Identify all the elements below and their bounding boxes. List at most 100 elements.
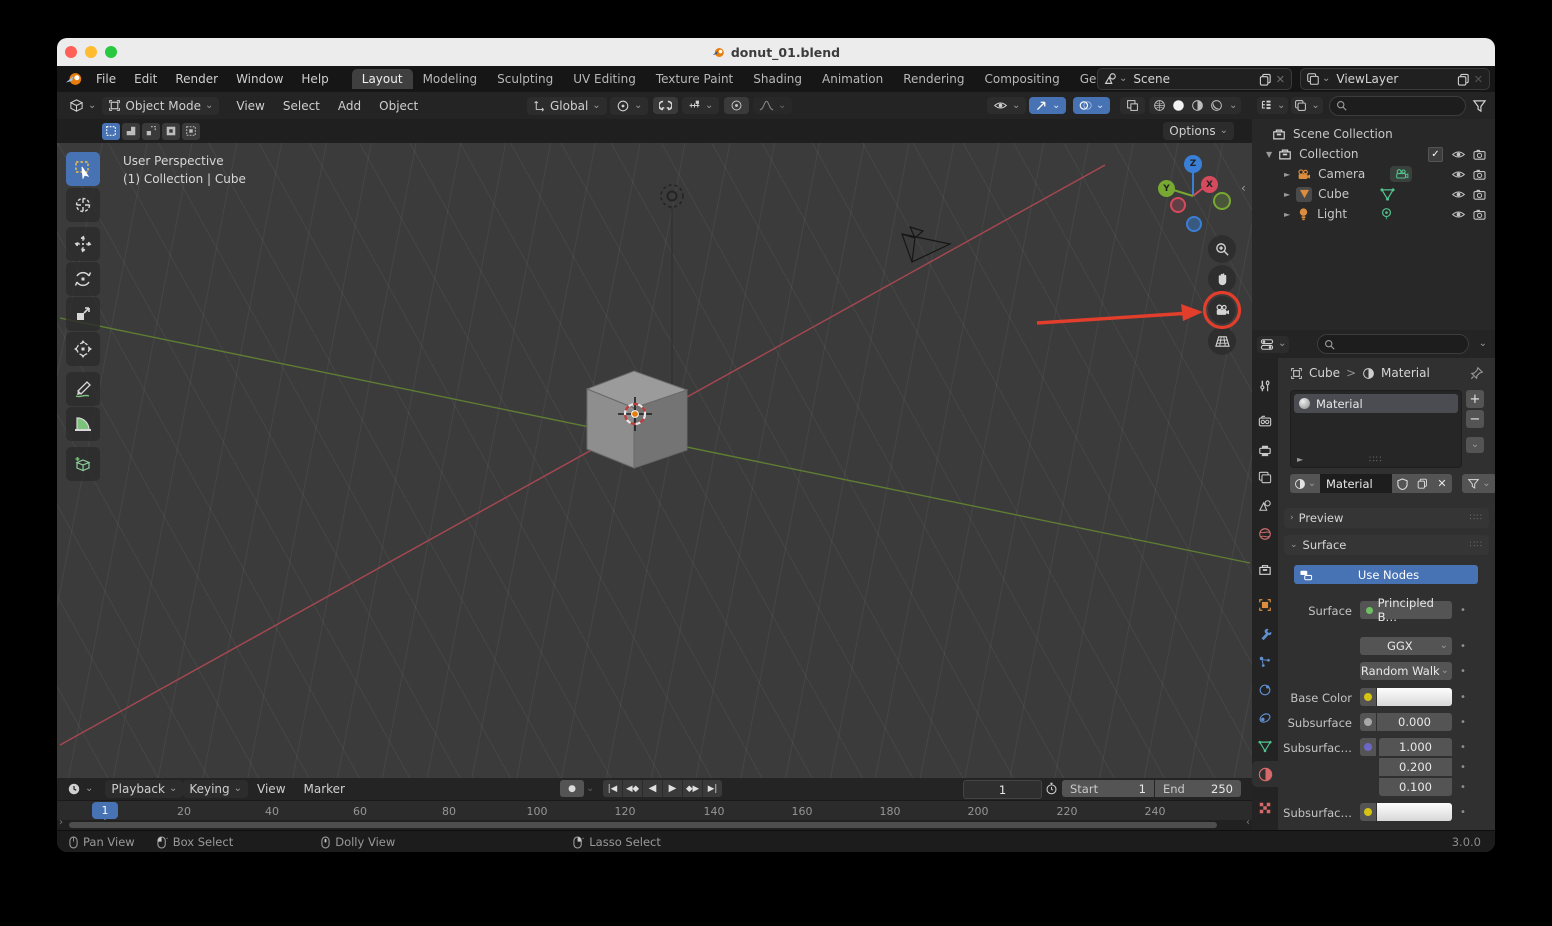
viewport-3d[interactable]: User Perspective (1) Collection | Cube Z… [57,143,1252,778]
properties-search-input[interactable] [1317,334,1468,354]
playhead[interactable]: 1 [92,802,118,819]
outliner-row-camera[interactable]: ► Camera [1252,164,1495,184]
material-name-field[interactable]: Material [1320,474,1392,493]
menu-object[interactable]: Object [370,96,427,116]
workspace-tab-texture-paint[interactable]: Texture Paint [646,69,743,89]
link-materials-dropdown[interactable]: ⌄ [1462,474,1495,493]
show-gizmo-toggle[interactable]: ⌄ [1029,97,1066,114]
cube-object[interactable] [587,371,687,468]
tab-particles[interactable] [1252,649,1278,675]
axis-z-neg-ball[interactable] [1186,216,1202,232]
surface-decorator[interactable]: • [1460,605,1466,616]
cube-expand-icon[interactable]: ► [1284,190,1290,199]
tool-measure[interactable] [66,407,100,441]
tab-scene[interactable] [1252,492,1278,518]
remove-viewlayer-icon[interactable]: ✕ [1474,73,1483,86]
prev-keyframe-button[interactable]: ◀◆ [623,780,643,797]
material-slot-item[interactable]: Material [1294,394,1458,413]
tab-object[interactable] [1252,592,1278,618]
disable-render-icon[interactable] [1473,149,1486,160]
timeline-marker-menu[interactable]: Marker [295,779,354,799]
sss-radius-x-decorator[interactable]: • [1460,742,1466,753]
menu-select[interactable]: Select [274,96,329,116]
jump-to-end-button[interactable]: ▶| [703,780,722,797]
workspace-tab-sculpting[interactable]: Sculpting [487,69,563,89]
axis-y-neg-ball[interactable] [1213,192,1231,210]
shading-material-icon[interactable] [1191,99,1204,112]
tool-select-box[interactable] [66,152,100,186]
sss-radius-z-field[interactable]: 0.100 [1379,778,1452,796]
properties-editor-type-button[interactable]: ⌄ [1257,336,1289,353]
workspace-tab-compositing[interactable]: Compositing [974,69,1069,89]
subsurface-slider[interactable]: 0.000 [1377,713,1452,731]
collection-checkbox[interactable]: ✓ [1428,147,1443,162]
tab-collection-props[interactable] [1252,557,1278,583]
scroll-left-chevron[interactable]: › [59,817,63,828]
tool-scale[interactable] [66,297,100,331]
outliner-row-cube[interactable]: ► Cube [1252,184,1495,204]
options-button[interactable]: Options ⌄ [1163,122,1234,140]
tool-annotate[interactable] [66,372,100,406]
keying-menu[interactable]: Keying ⌄ [183,780,248,798]
tab-modifiers[interactable] [1252,621,1278,647]
base-color-swatch[interactable] [1377,688,1452,706]
tab-physics[interactable] [1252,677,1278,703]
axis-x-neg-ball[interactable] [1170,197,1186,213]
sss-radius-socket[interactable] [1360,738,1376,756]
timeline-view-menu[interactable]: View [248,779,294,799]
show-overlays-toggle[interactable]: ⌄ [1073,97,1110,114]
timeline-editor-type-button[interactable]: ⌄ [63,781,97,797]
sss-method-dropdown[interactable]: Random Walk ⌄ [1360,662,1452,680]
sss-method-decorator[interactable]: • [1460,666,1466,677]
snap-target-dropdown[interactable]: ⌄ [682,97,719,114]
start-frame-field[interactable]: Start 1 [1062,780,1154,797]
collection-expand-icon[interactable]: ▼ [1266,150,1272,159]
shading-wireframe-icon[interactable] [1153,99,1166,112]
tab-tool[interactable] [1252,373,1278,399]
unlink-material-button[interactable]: ✕ [1432,474,1452,493]
base-color-decorator[interactable]: • [1460,692,1466,703]
pan-view-button[interactable] [1208,265,1236,293]
zoom-view-button[interactable] [1208,235,1236,263]
workspace-tab-uv-editing[interactable]: UV Editing [563,69,646,89]
sidebar-collapse-chevron[interactable]: ‹ [1241,181,1246,195]
select-mode-subtract-button[interactable] [142,123,160,140]
axis-x-ball[interactable]: X [1201,176,1218,193]
timeline-ruler[interactable]: 20 40 60 80 100 120 140 160 180 200 220 … [57,800,1252,821]
menu-help[interactable]: Help [292,69,337,89]
tool-move[interactable] [66,227,100,261]
copy-material-button[interactable] [1412,474,1432,493]
tab-view-layer[interactable] [1252,464,1278,490]
viewlayer-browse-chevron[interactable]: ⌄ [1322,74,1330,84]
auto-key-chevron[interactable]: ⌄ [586,784,594,794]
scene-name[interactable]: Scene [1127,72,1258,86]
browse-material-button[interactable]: ⌄ [1290,474,1320,493]
scene-selector[interactable]: ⌄ Scene ✕ [1097,68,1292,90]
light-expand-icon[interactable]: ► [1284,210,1290,219]
shading-solid-icon[interactable] [1172,99,1185,112]
camera-view-button[interactable] [1208,296,1236,324]
tab-render[interactable] [1252,408,1278,434]
light-data-icon[interactable] [1380,207,1393,221]
sss-radius-y-decorator[interactable]: • [1460,762,1466,773]
tool-cursor[interactable] [66,188,100,222]
properties-options-chevron[interactable]: ⌄ [1479,339,1487,349]
menu-add[interactable]: Add [329,96,370,116]
viewlayer-name[interactable]: ViewLayer [1330,72,1456,86]
scroll-right-chevron[interactable]: ‹ [1246,817,1250,828]
camera-expand-icon[interactable]: ► [1284,170,1290,179]
tab-world[interactable] [1252,521,1278,547]
outliner-row-collection[interactable]: ▼ Collection ✓ [1252,144,1495,164]
stopwatch-icon[interactable] [1045,782,1058,795]
tab-output[interactable] [1252,437,1278,463]
menu-edit[interactable]: Edit [125,69,166,89]
play-reverse-button[interactable]: ◀ [643,780,663,797]
select-mode-extend-button[interactable] [122,123,140,140]
mesh-data-icon[interactable] [1380,188,1395,201]
current-frame-field[interactable]: 1 [963,780,1042,799]
tool-transform[interactable] [66,332,100,366]
shading-rendered-icon[interactable] [1210,99,1223,112]
pin-icon[interactable] [1470,366,1484,380]
sss-color-swatch[interactable] [1377,803,1452,821]
outliner-display-mode-dropdown[interactable]: ⌄ [1257,97,1288,114]
